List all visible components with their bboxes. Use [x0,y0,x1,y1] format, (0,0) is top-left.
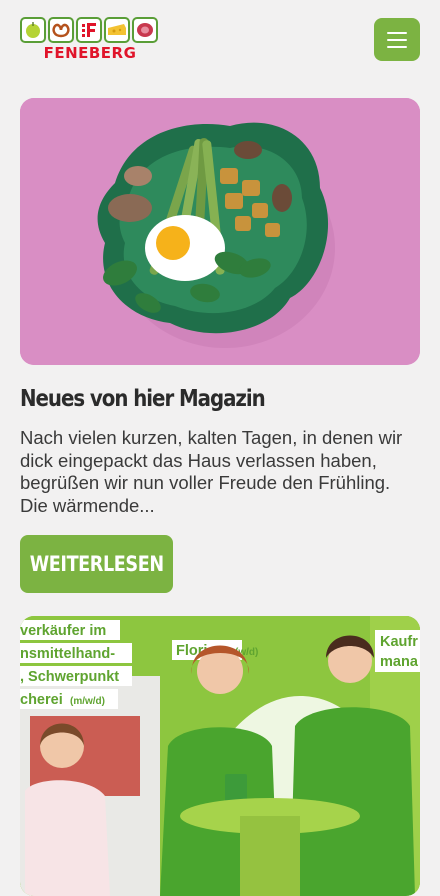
sign-line-4: cherei [20,692,63,708]
pretzel-icon [48,17,74,43]
feneberg-logo[interactable]: FENEBERG [20,17,160,63]
hamburger-menu-icon [387,31,407,34]
cheese-icon [104,17,130,43]
logo-icons [20,17,160,43]
logo-wordmark: FENEBERG [43,44,137,62]
article-image[interactable] [20,98,420,365]
feneberg-f-icon [76,17,102,43]
sign-line-2: nsmittelhand- [20,646,115,662]
right-sign-line-1: Kaufr [380,634,418,650]
article-excerpt: Nach vielen kurzen, kalten Tagen, in den… [20,427,403,516]
sign-line-3: , Schwerpunkt [20,669,119,685]
menu-button[interactable] [374,18,420,61]
article-title[interactable]: Neues von hier Magazin [20,386,266,412]
read-more-button[interactable]: WEITERLESEN [20,535,173,593]
sign-line-5: (m/w/d) [70,696,105,707]
job-teaser-image[interactable]: verkäufer im nsmittelhand- , Schwerpunkt… [20,616,420,896]
apple-icon [20,17,46,43]
read-more-label: WEITERLESEN [29,552,164,576]
right-sign-line-2: mana [380,654,419,670]
sign-line-1: verkäufer im [20,623,106,639]
site-header: FENEBERG [0,0,440,82]
sausage-icon [132,17,158,43]
